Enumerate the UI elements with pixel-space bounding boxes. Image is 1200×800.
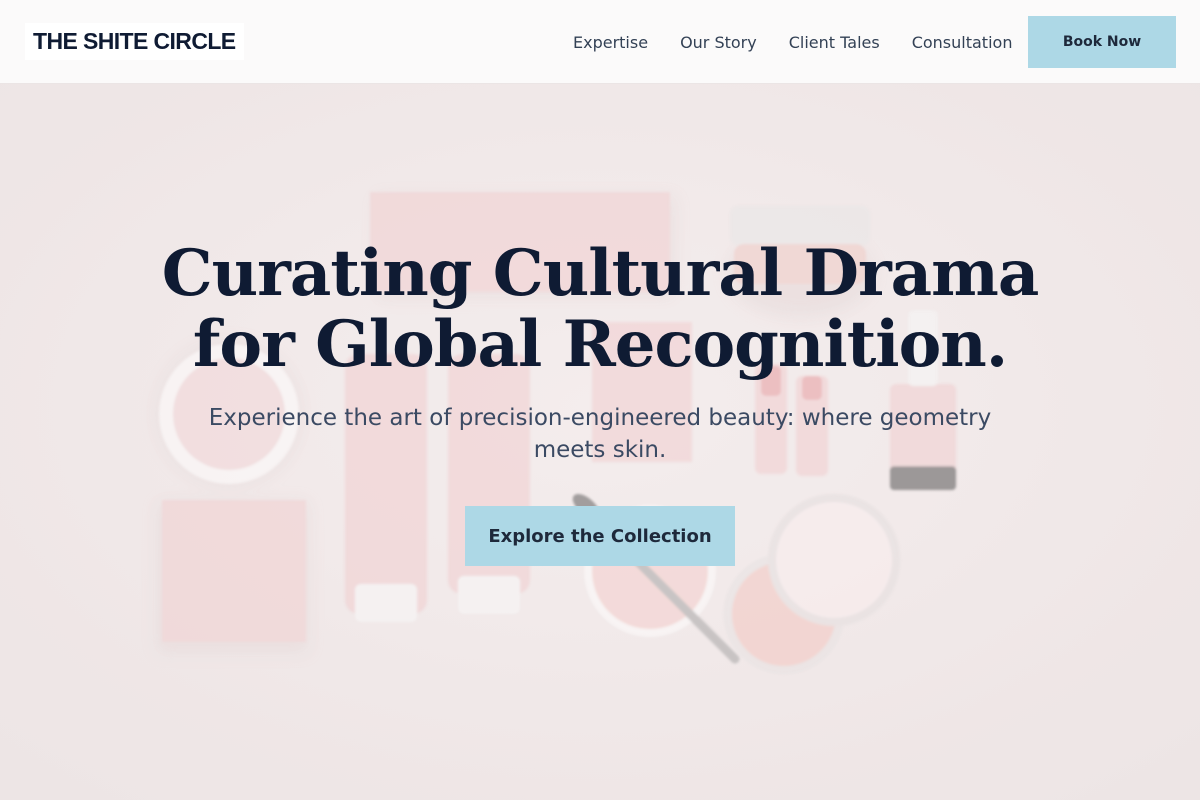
nav-link-our-story[interactable]: Our Story: [680, 33, 757, 52]
hero-heading: Curating Cultural Drama for Global Recog…: [0, 238, 1200, 380]
brand-logo[interactable]: THE SHITE CIRCLE: [25, 23, 244, 60]
nav-link-expertise[interactable]: Expertise: [573, 33, 648, 52]
hero-subtitle: Experience the art of precision-engineer…: [208, 405, 992, 463]
top-navbar: THE SHITE CIRCLE Expertise Our Story Cli…: [0, 0, 1200, 84]
book-now-button[interactable]: Book Now: [1028, 16, 1176, 68]
hero-section: Curating Cultural Drama for Global Recog…: [0, 84, 1200, 800]
main-nav: Expertise Our Story Client Tales Consult…: [573, 0, 1012, 84]
explore-collection-button[interactable]: Explore the Collection: [465, 506, 735, 566]
hero-heading-line2: for Global Recognition.: [192, 307, 1008, 382]
nav-link-consultation[interactable]: Consultation: [912, 33, 1013, 52]
hero-heading-line1: Curating Cultural Drama: [161, 236, 1040, 311]
nav-link-client-tales[interactable]: Client Tales: [789, 33, 880, 52]
